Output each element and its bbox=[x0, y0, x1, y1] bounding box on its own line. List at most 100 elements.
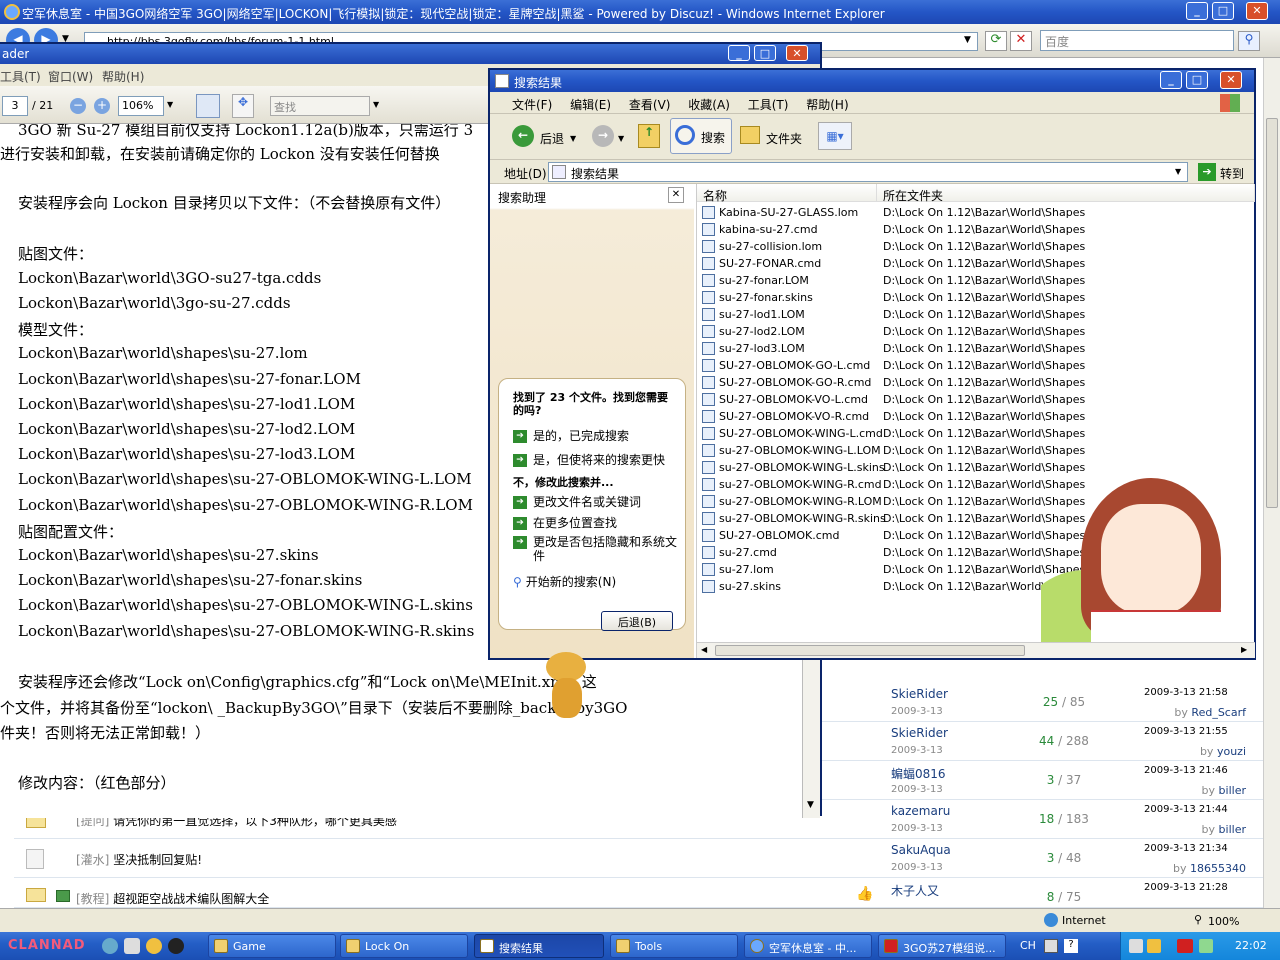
fit-width-icon[interactable] bbox=[196, 94, 220, 118]
ie-search-icon[interactable]: ⚲ bbox=[1238, 31, 1260, 51]
go-button[interactable]: 转到 bbox=[1220, 165, 1244, 182]
option-more-places[interactable]: ➔ 在更多位置查找 bbox=[513, 514, 617, 531]
find-input[interactable]: 查找 bbox=[270, 96, 370, 116]
search-minimize-button[interactable]: _ bbox=[1160, 71, 1182, 89]
menu-file[interactable]: 文件(F) bbox=[512, 96, 552, 113]
zoom-dropdown-icon[interactable]: ▼ bbox=[167, 100, 173, 109]
file-row[interactable]: su-27-lod1.LOM D:\Lock On 1.12\Bazar\Worl… bbox=[697, 306, 1255, 323]
back-dropdown-icon[interactable]: ▼ bbox=[570, 134, 576, 143]
assistant-close-icon[interactable]: ✕ bbox=[668, 187, 684, 203]
scroll-right-icon[interactable]: ▶ bbox=[1241, 645, 1247, 654]
horizontal-scrollbar[interactable]: ◀ ▶ bbox=[697, 642, 1255, 658]
assistant-back-button[interactable]: 后退(B) bbox=[601, 611, 673, 631]
taskbar-item-search-results[interactable]: 搜索结果 bbox=[474, 934, 604, 958]
tray-icon[interactable] bbox=[1129, 939, 1143, 953]
menu-tools[interactable]: 工具(T) bbox=[0, 68, 41, 85]
file-row[interactable]: su-27-fonar.LOM D:\Lock On 1.12\Bazar\Wor… bbox=[697, 272, 1255, 289]
antivirus-icon[interactable] bbox=[1177, 939, 1193, 953]
address-dropdown-icon[interactable]: ▼ bbox=[1175, 167, 1181, 176]
file-row[interactable]: SU-27-OBLOMOK-VO-L.cmd D:\Lock On 1.12\Ba… bbox=[697, 391, 1255, 408]
taskbar-item-game[interactable]: Game bbox=[208, 934, 336, 958]
menu-view[interactable]: 查看(V) bbox=[629, 96, 671, 113]
file-row[interactable]: su-27-collision.lom D:\Lock On 1.12\Bazar… bbox=[697, 238, 1255, 255]
file-row[interactable]: su-27-OBLOMOK-WING-L.LOM D:\Lock On 1.12\… bbox=[697, 442, 1255, 459]
scroll-down-icon[interactable]: ▼ bbox=[807, 800, 814, 810]
ie-maximize-button[interactable]: □ bbox=[1212, 2, 1234, 20]
tray-icon[interactable] bbox=[1147, 939, 1161, 953]
find-dropdown-icon[interactable]: ▼ bbox=[373, 100, 379, 109]
menu-tools[interactable]: 工具(T) bbox=[748, 96, 789, 113]
file-row[interactable]: su-27-fonar.skins D:\Lock On 1.12\Bazar\W… bbox=[697, 289, 1255, 306]
column-header-name[interactable]: 名称 bbox=[697, 184, 877, 203]
ie-search-input[interactable]: 百度 bbox=[1040, 30, 1234, 51]
folders-icon[interactable] bbox=[740, 126, 760, 144]
help-icon[interactable]: ? bbox=[1064, 939, 1078, 953]
ie-minimize-button[interactable]: _ bbox=[1186, 2, 1208, 20]
search-dog-icon[interactable] bbox=[540, 652, 596, 722]
quicklaunch-icon[interactable] bbox=[102, 938, 118, 954]
fit-page-icon[interactable]: ✥ bbox=[232, 94, 254, 118]
ie-address-dropdown-icon[interactable]: ▼ bbox=[964, 35, 971, 45]
views-icon[interactable]: ▦▾ bbox=[818, 122, 852, 150]
quicklaunch-icon[interactable] bbox=[146, 938, 162, 954]
forward-arrow-icon[interactable]: → bbox=[592, 125, 614, 147]
option-faster[interactable]: ➔ 是，但使将来的搜索更快 bbox=[513, 451, 665, 468]
zoom-in-icon[interactable]: + bbox=[94, 98, 110, 114]
forum-row[interactable]: [灌水] 坚决抵制回复贴! SakuAqua 2009-3-13 3 / 48 … bbox=[14, 839, 1264, 878]
file-row[interactable]: SU-27-OBLOMOK-GO-L.cmd D:\Lock On 1.12\Ba… bbox=[697, 357, 1255, 374]
search-maximize-button[interactable]: □ bbox=[1186, 71, 1208, 89]
address-input[interactable]: 搜索结果 ▼ bbox=[548, 162, 1188, 182]
ie-zoom-level[interactable]: 100% bbox=[1208, 915, 1239, 928]
network-icon[interactable] bbox=[1199, 939, 1213, 953]
file-row[interactable]: SU-27-OBLOMOK-VO-R.cmd D:\Lock On 1.12\Ba… bbox=[697, 408, 1255, 425]
forum-row[interactable]: [教程] 超视距空战战术编队图解大全 👍 木子人又 8 / 75 2009-3-… bbox=[14, 878, 1264, 908]
taskbar-item-ie[interactable]: 空军休息室 - 中... bbox=[744, 934, 872, 958]
back-arrow-icon[interactable]: ← bbox=[512, 125, 534, 147]
forward-dropdown-icon[interactable]: ▼ bbox=[618, 134, 624, 143]
taskbar-item-lockon[interactable]: Lock On bbox=[340, 934, 468, 958]
file-row[interactable]: su-27-lod2.LOM D:\Lock On 1.12\Bazar\Worl… bbox=[697, 323, 1255, 340]
search-close-button[interactable]: ✕ bbox=[1220, 71, 1242, 89]
search-toggle-button[interactable]: 搜索 bbox=[670, 118, 732, 154]
language-indicator[interactable]: CH bbox=[1020, 939, 1036, 952]
zoom-out-icon[interactable]: − bbox=[70, 98, 86, 114]
zoom-select[interactable]: 106% bbox=[118, 96, 164, 116]
ie-refresh-icon[interactable]: ⟳ bbox=[985, 31, 1007, 51]
option-hidden-files[interactable]: ➔ 更改是否包括隐藏和系统文件 bbox=[513, 535, 681, 563]
file-row[interactable]: SU-27-OBLOMOK-WING-L.cmd D:\Lock On 1.12\… bbox=[697, 425, 1255, 442]
taskbar-item-pdf[interactable]: 3GO苏27模组说... bbox=[878, 934, 1006, 958]
scroll-thumb[interactable] bbox=[715, 645, 1025, 656]
ie-scroll-thumb[interactable] bbox=[1266, 118, 1278, 508]
new-search-link[interactable]: ⚲ 开始新的搜索(N) bbox=[513, 573, 616, 590]
reader-maximize-button[interactable]: □ bbox=[754, 45, 776, 61]
option-done[interactable]: ➔ 是的，已完成搜索 bbox=[513, 427, 629, 444]
menu-favorites[interactable]: 收藏(A) bbox=[688, 96, 730, 113]
menu-edit[interactable]: 编辑(E) bbox=[570, 96, 611, 113]
page-number-input[interactable]: 3 bbox=[2, 96, 28, 116]
menu-help[interactable]: 帮助(H) bbox=[806, 96, 848, 113]
menu-window[interactable]: 窗口(W) bbox=[48, 68, 93, 85]
go-arrow-icon[interactable]: ➔ bbox=[1198, 163, 1216, 181]
menu-help[interactable]: 帮助(H) bbox=[102, 68, 144, 85]
zoom-icon[interactable]: ⚲ bbox=[1194, 913, 1202, 926]
file-row[interactable]: Kabina-SU-27-GLASS.lom D:\Lock On 1.12\Ba… bbox=[697, 204, 1255, 221]
taskbar-item-tools[interactable]: Tools bbox=[610, 934, 738, 958]
up-folder-icon[interactable]: ↑ bbox=[638, 124, 660, 148]
file-row[interactable]: su-27-lod3.LOM D:\Lock On 1.12\Bazar\Worl… bbox=[697, 340, 1255, 357]
keyboard-icon[interactable] bbox=[1044, 939, 1058, 953]
file-row[interactable]: kabina-su-27.cmd D:\Lock On 1.12\Bazar\Wo… bbox=[697, 221, 1255, 238]
column-header-folder[interactable]: 所在文件夹 bbox=[877, 184, 1255, 203]
reader-minimize-button[interactable]: _ bbox=[728, 45, 750, 61]
qq-icon[interactable] bbox=[168, 938, 184, 954]
back-button[interactable]: 后退 bbox=[540, 120, 564, 154]
file-row[interactable]: SU-27-FONAR.cmd D:\Lock On 1.12\Bazar\Wor… bbox=[697, 255, 1255, 272]
start-button[interactable]: CLANNAD bbox=[8, 938, 86, 953]
ie-stop-icon[interactable]: ✕ bbox=[1010, 31, 1032, 51]
ie-close-button[interactable]: ✕ bbox=[1246, 2, 1268, 20]
scroll-left-icon[interactable]: ◀ bbox=[701, 645, 707, 654]
reader-close-button[interactable]: ✕ bbox=[786, 45, 808, 61]
ie-vertical-scrollbar[interactable] bbox=[1263, 58, 1280, 908]
folders-button[interactable]: 文件夹 bbox=[766, 120, 802, 154]
option-change-name[interactable]: ➔ 更改文件名或关键词 bbox=[513, 493, 641, 510]
file-row[interactable]: SU-27-OBLOMOK-GO-R.cmd D:\Lock On 1.12\Ba… bbox=[697, 374, 1255, 391]
